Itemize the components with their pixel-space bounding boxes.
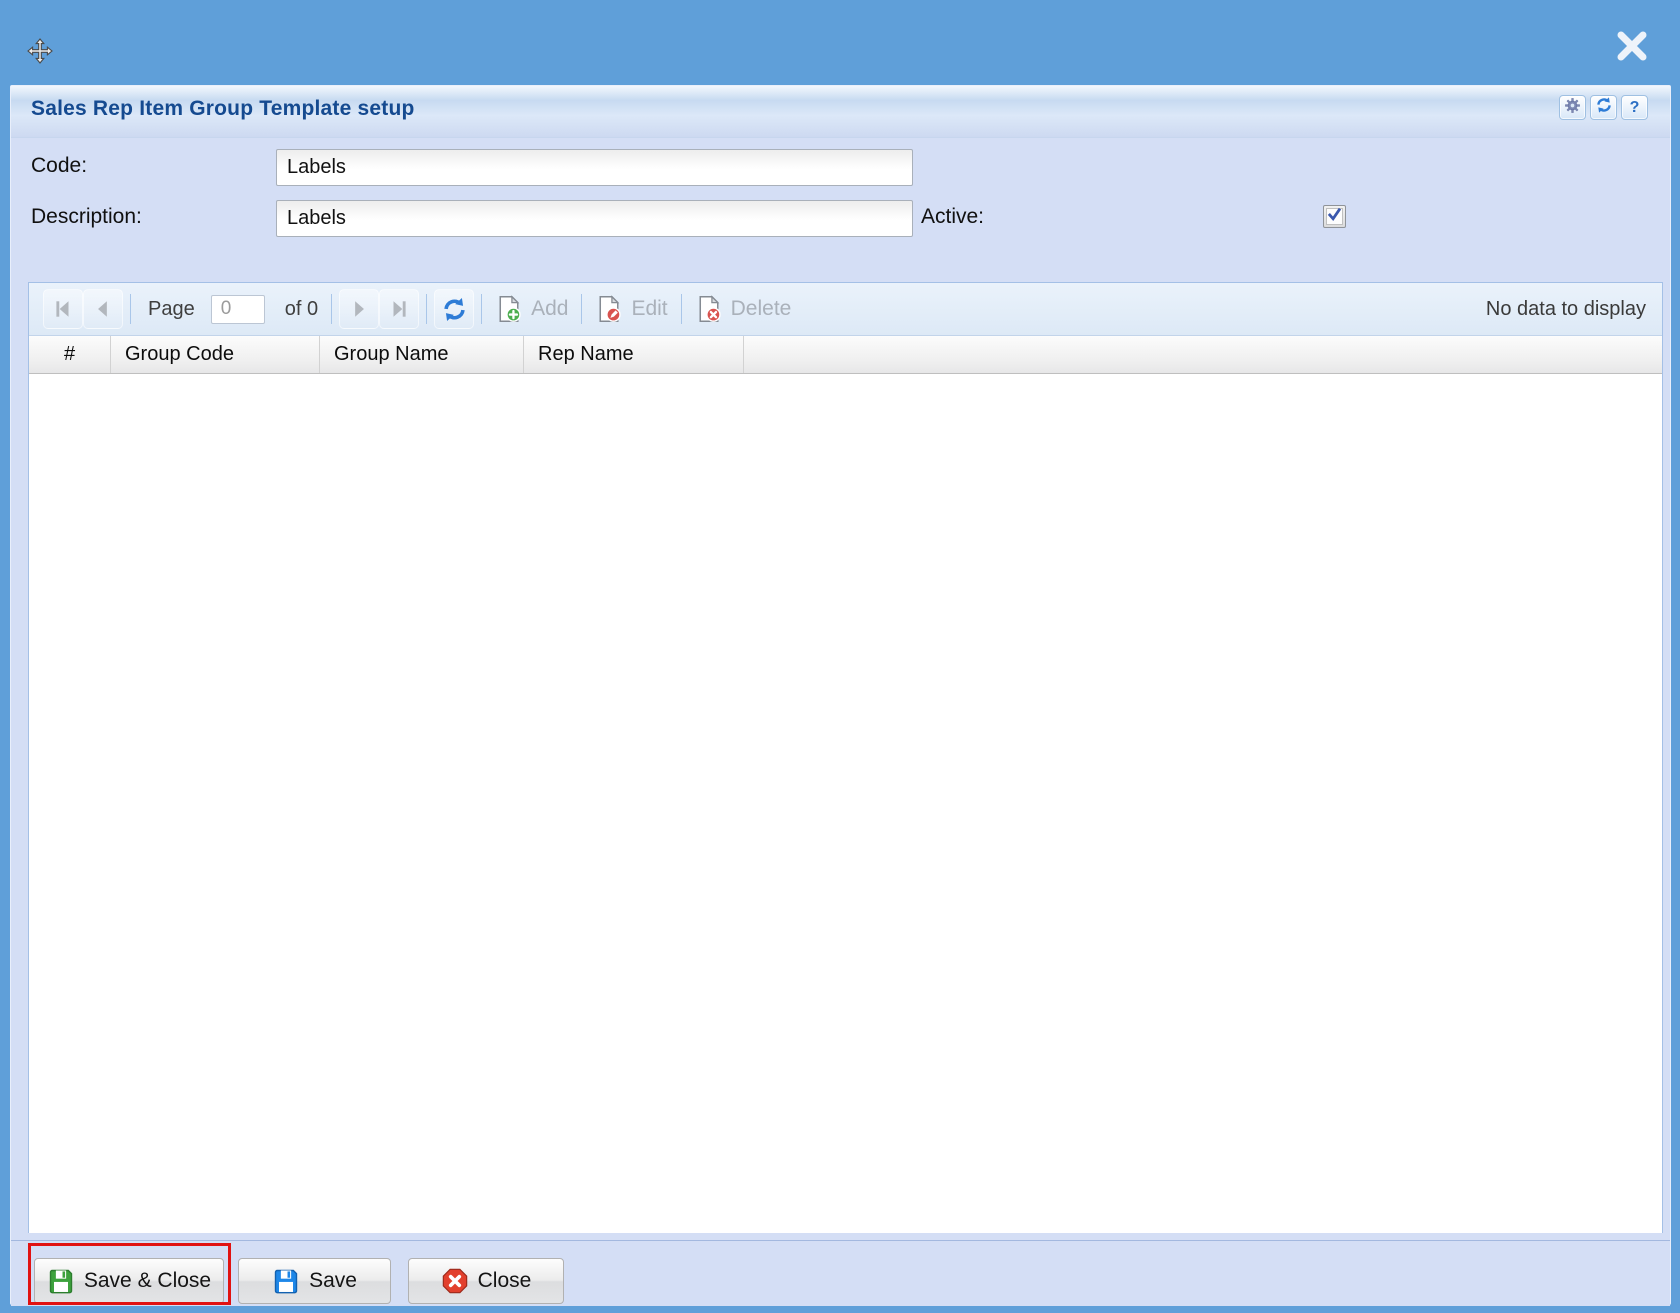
add-icon [495,295,523,323]
active-checkbox[interactable] [1323,205,1346,228]
last-page-button[interactable] [379,289,419,329]
first-page-icon [52,298,74,320]
save-button[interactable]: Save [238,1258,391,1304]
edit-button[interactable]: Edit [595,295,667,323]
next-page-icon [348,298,370,320]
prev-page-button[interactable] [83,289,123,329]
dialog-titlebar: Sales Rep Item Group Template setup [11,86,1670,138]
close-button-label: Close [478,1269,532,1293]
toolbar-separator [426,294,427,324]
toolbar-separator [681,294,682,324]
close-icon[interactable] [1612,26,1652,66]
edit-icon [595,295,623,323]
first-page-button[interactable] [43,289,83,329]
delete-button[interactable]: Delete [695,295,792,323]
column-header-group-code[interactable]: Group Code [111,336,320,373]
prev-page-icon [92,298,114,320]
page-of-label: of 0 [285,298,318,321]
description-label: Description: [31,205,142,229]
grid-body-empty [29,374,1662,1233]
page-label: Page [148,298,195,321]
toolbar-separator [130,294,131,324]
close-button[interactable]: Close [408,1258,564,1304]
toolbar-separator [331,294,332,324]
delete-icon [695,295,723,323]
refresh-button[interactable] [1590,95,1617,120]
toolbar-separator [581,294,582,324]
page-title: Sales Rep Item Group Template setup [31,97,415,121]
code-input[interactable] [276,149,913,186]
last-page-icon [388,298,410,320]
save-icon [272,1267,300,1295]
active-label: Active: [921,205,984,229]
save-and-close-button[interactable]: Save & Close [34,1258,224,1304]
column-header-rep-name[interactable]: Rep Name [524,336,744,373]
screen: { "window": { "icons": { "move_cursor": … [0,0,1680,1313]
save-label: Save [309,1269,357,1293]
save-and-close-label: Save & Close [84,1269,211,1293]
add-button-label: Add [531,297,568,321]
delete-button-label: Delete [731,297,792,321]
close-button-icon [441,1267,469,1295]
grid-toolbar: Page of 0 [29,283,1662,336]
refresh-grid-icon [441,296,468,323]
gear-icon [1564,97,1581,119]
description-input[interactable] [276,200,913,237]
page-number-input[interactable] [211,295,265,324]
column-header-number[interactable]: # [29,336,111,373]
active-checkbox-box [1326,208,1343,225]
add-button[interactable]: Add [495,295,568,323]
grid-status-text: No data to display [1486,298,1648,321]
grid-header-row: # Group Code Group Name Rep Name [29,336,1662,374]
settings-button[interactable] [1559,95,1586,120]
move-cursor-icon [27,38,53,64]
column-header-filler [744,336,1662,373]
save-and-close-icon [47,1267,75,1295]
refresh-grid-button[interactable] [434,289,474,329]
items-grid: Page of 0 [28,282,1663,1233]
help-button[interactable]: ? [1621,95,1648,120]
code-label: Code: [31,154,87,178]
toolbar-separator [481,294,482,324]
column-header-group-name[interactable]: Group Name [320,336,524,373]
refresh-icon [1595,96,1613,119]
checkmark-icon [1327,207,1342,223]
next-page-button[interactable] [339,289,379,329]
edit-button-label: Edit [631,297,667,321]
dialog-panel: Sales Rep Item Group Template setup [10,85,1671,1305]
titlebar-tools: ? [1559,95,1648,120]
help-icon: ? [1630,99,1640,117]
